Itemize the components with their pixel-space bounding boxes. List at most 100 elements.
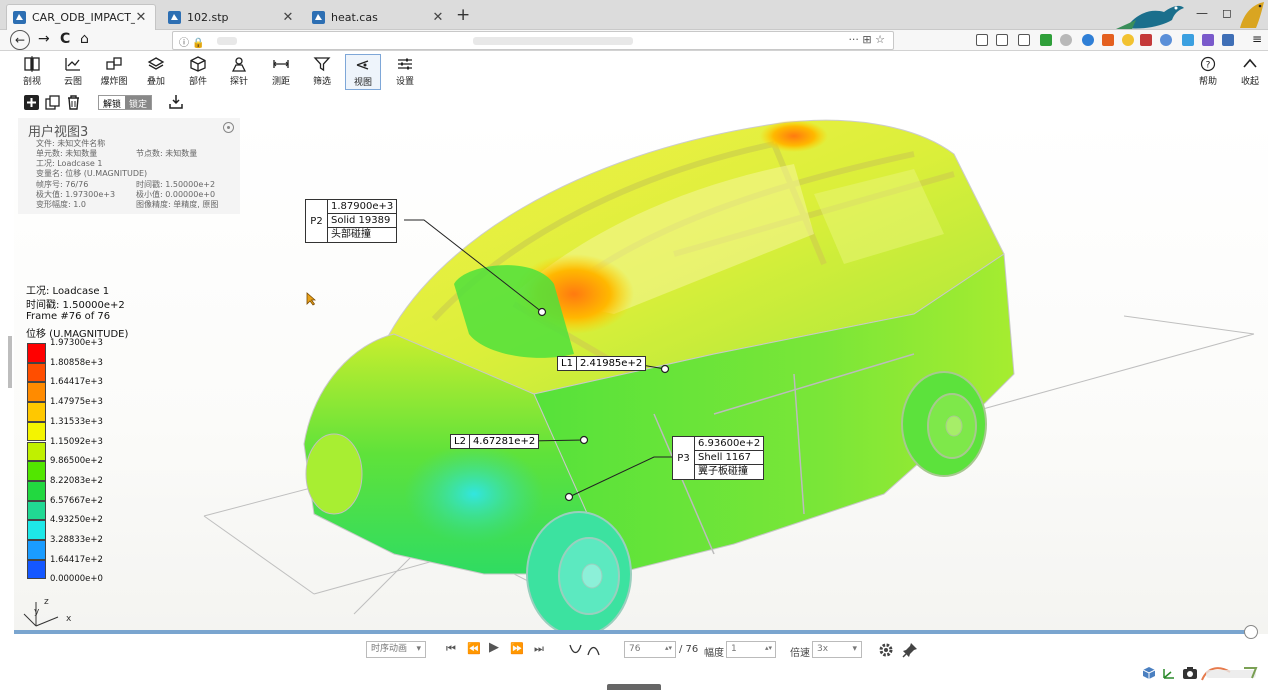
tab-heat-cas[interactable]: heat.cas ✕ xyxy=(306,4,452,30)
measure-label-l2[interactable]: L2 4.67281e+2 xyxy=(450,434,540,449)
close-tab-icon[interactable]: ✕ xyxy=(135,10,147,25)
tool-view[interactable]: 视图 xyxy=(345,54,381,90)
play-button[interactable]: ▶ xyxy=(489,640,499,655)
frame-input[interactable]: 76 ▴▾ xyxy=(624,641,676,658)
legend-color-band xyxy=(27,402,46,422)
page-actions-icon[interactable]: ··· ⊞ ☆ xyxy=(848,33,885,46)
extension-icon[interactable] xyxy=(1222,34,1234,46)
tool-filter[interactable]: 筛选 xyxy=(304,56,340,87)
ruler-icon xyxy=(273,60,289,68)
mouse-cursor-icon xyxy=(306,292,316,306)
layers-icon xyxy=(147,57,165,70)
view-info-panel: 用户视图3 文件: 未知文件名称 单元数: 未知数量 节点数: 未知数量 工况:… xyxy=(18,118,240,214)
forward-button[interactable]: → xyxy=(38,31,50,47)
amplitude-input[interactable]: 1 ▴▾ xyxy=(726,641,776,658)
tool-contour[interactable]: 云图 xyxy=(55,56,91,87)
pin-icon[interactable] xyxy=(902,642,918,658)
amplitude-label: 幅度 xyxy=(704,648,724,659)
frame-total: / 76 xyxy=(679,644,699,655)
legend-color-band xyxy=(27,480,46,501)
tool-settings[interactable]: 设置 xyxy=(387,56,423,87)
close-tab-icon[interactable]: ✕ xyxy=(432,10,444,25)
cube-view-icon[interactable] xyxy=(1142,666,1156,680)
stepper-icon[interactable]: ▴▾ xyxy=(665,641,672,656)
tool-overlay[interactable]: 叠加 xyxy=(138,56,174,87)
extension-icon[interactable] xyxy=(1102,34,1114,46)
address-bar[interactable]: ⓘ 🔒 ··· ⊞ ☆ xyxy=(172,31,894,50)
legend-color-band xyxy=(27,441,46,462)
probe-callout-p2[interactable]: P2 1.87900e+3 Solid 19389 头部碰撞 xyxy=(305,199,398,243)
redacted-url xyxy=(473,37,633,45)
extension-icon[interactable] xyxy=(1140,34,1152,46)
tool-probe[interactable]: 探针 xyxy=(221,56,257,87)
redacted-url xyxy=(217,37,237,45)
minimize-icon[interactable]: — xyxy=(1196,6,1208,20)
view-subbar: 解锁 锁定 xyxy=(0,92,1268,114)
tab-102-stp[interactable]: 102.stp ✕ xyxy=(162,4,302,30)
home-button[interactable]: ⌂ xyxy=(80,31,89,47)
tab-car-odb-impact[interactable]: CAR_ODB_IMPACT_D3PLOT ✕ xyxy=(6,4,156,30)
stepper-icon[interactable]: ▴▾ xyxy=(765,641,772,656)
library-icon[interactable] xyxy=(976,34,988,46)
menu-icon[interactable]: ≡ xyxy=(1252,32,1262,46)
extension-icon[interactable] xyxy=(1202,34,1214,46)
copy-view-icon[interactable] xyxy=(45,95,60,110)
collapse-button[interactable]: 收起 xyxy=(1232,56,1268,87)
axis-view-icon[interactable] xyxy=(1162,666,1176,680)
add-view-icon[interactable] xyxy=(24,95,39,110)
maximize-icon[interactable]: ◻ xyxy=(1222,6,1232,20)
legend-value: 4.93250e+2 xyxy=(50,515,103,526)
legend-color-band xyxy=(27,382,46,403)
svg-text:?: ? xyxy=(1206,61,1211,71)
extension-icon[interactable] xyxy=(1082,34,1094,46)
axis-x-label: x xyxy=(66,614,72,624)
last-frame-button[interactable]: ⏭ xyxy=(534,642,544,656)
site-info-icon[interactable]: ⓘ 🔒 xyxy=(179,34,205,49)
extension-icon[interactable] xyxy=(1160,34,1172,46)
delete-view-icon[interactable] xyxy=(66,95,81,110)
probe-callout-p3[interactable]: P3 6.93600e+2 Shell 1167 翼子板碰撞 xyxy=(672,436,765,480)
import-view-icon[interactable] xyxy=(168,94,184,110)
loop-mode-icon[interactable] xyxy=(568,643,602,657)
tool-section[interactable]: 剖视 xyxy=(14,56,50,87)
bottom-drawer-handle[interactable] xyxy=(607,684,661,690)
back-button[interactable]: ← xyxy=(10,30,30,50)
extension-icon[interactable] xyxy=(1122,34,1134,46)
app-logo-icon xyxy=(312,10,325,24)
first-frame-button[interactable]: ⏮ xyxy=(446,642,456,656)
left-panel-handle[interactable] xyxy=(8,336,12,388)
theme-bird-icon xyxy=(1116,5,1184,29)
legend-value: 9.86500e+2 xyxy=(50,456,103,467)
extension-icon[interactable] xyxy=(1182,34,1194,46)
animation-mode-select[interactable]: 时序动画 ▾ xyxy=(366,641,426,658)
timeline-slider[interactable] xyxy=(14,630,1254,634)
camera-icon[interactable] xyxy=(1182,666,1198,680)
tool-measure[interactable]: 测距 xyxy=(263,56,299,87)
timeline-thumb[interactable] xyxy=(1244,625,1258,639)
lock-option[interactable]: 锁定 xyxy=(125,96,152,110)
speed-select[interactable]: 3x ▾ xyxy=(812,641,862,658)
reload-button[interactable]: C xyxy=(60,31,70,47)
measure-label-l1[interactable]: L1 2.41985e+2 xyxy=(557,356,647,371)
legend-value: 1.15092e+3 xyxy=(50,436,103,447)
help-button[interactable]: ? 帮助 xyxy=(1190,56,1226,87)
close-tab-icon[interactable]: ✕ xyxy=(282,10,294,25)
tool-parts[interactable]: 部件 xyxy=(180,56,216,87)
unlock-option[interactable]: 解锁 xyxy=(99,96,125,110)
sidebar-icon[interactable] xyxy=(996,34,1008,46)
chevron-up-icon xyxy=(1243,58,1257,68)
browser-tab-strip: CAR_ODB_IMPACT_D3PLOT ✕ 102.stp ✕ heat.c… xyxy=(0,0,1268,30)
tool-explode[interactable]: 爆炸图 xyxy=(96,56,132,87)
gear-icon[interactable] xyxy=(878,642,894,658)
prev-frame-button[interactable]: ⏪ xyxy=(467,642,481,655)
eye-icon[interactable] xyxy=(223,122,234,133)
extension-icon[interactable] xyxy=(1060,34,1072,46)
legend-value: 1.97300e+3 xyxy=(50,338,103,348)
crop-icon[interactable] xyxy=(1018,34,1030,46)
new-tab-button[interactable]: + xyxy=(456,5,470,25)
app-logo-icon xyxy=(13,11,26,24)
extension-icon[interactable] xyxy=(1040,34,1052,46)
tab-title: 102.stp xyxy=(187,10,229,24)
next-frame-button[interactable]: ⏩ xyxy=(510,642,524,655)
lock-toggle[interactable]: 解锁 锁定 xyxy=(98,95,153,110)
